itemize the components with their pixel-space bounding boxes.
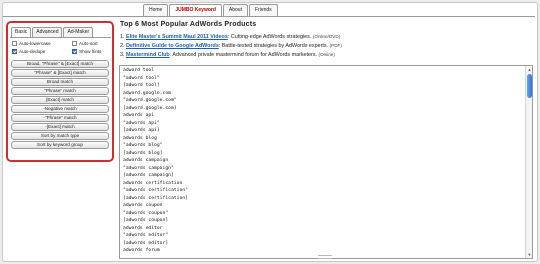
keyword-line: [adwords campaign] — [123, 173, 174, 178]
resize-handle-icon[interactable] — [318, 255, 332, 259]
keyword-line: adwords blog — [123, 135, 157, 141]
nav-divider — [3, 16, 535, 17]
tools-panel: Basic Advanced Ad-Maker Auto-lowercase A… — [6, 21, 114, 162]
panel-tab-advanced[interactable]: Advanced — [32, 27, 63, 37]
panel-tab-basic[interactable]: Basic — [11, 27, 32, 37]
keyword-line: "adword tool" — [123, 75, 160, 81]
product-link[interactable]: Definitive Guide to Google AdWords — [126, 43, 219, 49]
sort-match-type-button[interactable]: Sort by match type — [11, 132, 109, 140]
option-label: Show hints — [79, 49, 102, 54]
product-item: 3. Mastermind Club: Advanced private mas… — [120, 50, 530, 59]
product-format: (Online) — [318, 52, 335, 57]
phrase-exact-button[interactable]: "Phrase" & [Exact] match — [11, 69, 109, 77]
product-item: 2. Definitive Guide to Google AdWords: B… — [120, 41, 530, 50]
show-hints-checkbox[interactable] — [72, 49, 77, 54]
scroll-down-icon[interactable]: ▼ — [527, 252, 532, 257]
option-label: Auto-sort — [79, 41, 98, 46]
keyword-line: [adwords blog] — [123, 150, 163, 156]
option-auto-sort[interactable]: Auto-sort — [72, 41, 98, 46]
auto-dedupe-checkbox[interactable] — [12, 49, 17, 54]
tab-about[interactable]: About — [222, 4, 248, 16]
keyword-line: "adwords campaign" — [123, 165, 174, 171]
exact-match-button[interactable]: [Exact] match — [11, 96, 109, 104]
keyword-line: "adwords blog" — [123, 143, 163, 148]
product-number: 3. — [120, 52, 125, 58]
product-link[interactable]: Elite Master's Summit Maui 2011 Videos — [126, 34, 228, 40]
keyword-line: [adword.google.com] — [123, 105, 177, 111]
keyword-line: "adwords api" — [123, 120, 160, 126]
tab-friends[interactable]: Friends — [248, 4, 278, 16]
keyword-line: [adwords certification] — [123, 195, 188, 201]
negative-match-button[interactable]: -Negative match — [11, 105, 109, 113]
option-auto-lowercase[interactable]: Auto-lowercase — [12, 41, 51, 46]
broad-match-button[interactable]: Broad match — [11, 78, 109, 86]
product-format: (Online/DVD) — [312, 34, 341, 39]
keyword-line: adwords certification — [123, 180, 183, 186]
keyword-line: "adword.google.com" — [123, 98, 177, 103]
auto-lowercase-checkbox[interactable] — [12, 41, 17, 46]
match-buttons: Broad, "Phrase" & [Exact] match "Phrase"… — [11, 60, 109, 150]
keyword-line: adword.google.com — [123, 90, 171, 96]
product-format: (PDF) — [329, 43, 342, 48]
keyword-line: adwords coupon — [123, 203, 163, 208]
product-number: 2. — [120, 43, 125, 49]
option-show-hints[interactable]: Show hints — [72, 49, 101, 54]
scroll-thumb[interactable] — [527, 74, 532, 98]
panel-tab-ad-maker[interactable]: Ad-Maker — [63, 27, 94, 37]
option-auto-dedupe[interactable]: Auto-dedupe — [12, 49, 45, 54]
product-list: 1. Elite Master's Summit Maui 2011 Video… — [120, 32, 530, 59]
negative-exact-button[interactable]: -[Exact] match — [11, 123, 109, 131]
vertical-scrollbar[interactable]: ▲ ▼ — [525, 66, 532, 258]
keyword-lines: adword tool "adword tool" [adword tool] adw… — [123, 67, 188, 255]
option-label: Auto-lowercase — [19, 41, 51, 46]
keyword-line: [adword tool] — [123, 83, 160, 88]
keyword-line: [adwords coupon] — [123, 218, 169, 223]
tab-home[interactable]: Home — [143, 4, 169, 16]
product-number: 1. — [120, 34, 125, 40]
product-desc: : Cutting-edge AdWords strategies. — [227, 34, 312, 40]
panel-tab-divider — [10, 37, 111, 38]
keyword-line: "adwords coupon" — [123, 210, 169, 216]
auto-sort-checkbox[interactable] — [72, 41, 77, 46]
keyword-line: [adwords editor] — [123, 240, 169, 246]
keyword-textarea[interactable]: adword tool "adword tool" [adword tool] adw… — [119, 65, 533, 259]
keyword-line: adwords campaign — [123, 158, 169, 163]
option-label: Auto-dedupe — [19, 49, 46, 54]
keyword-line: "adwords editor" — [123, 233, 169, 238]
keyword-line: [adwords api] — [123, 128, 160, 133]
product-desc: : Advanced private mastermind forum for … — [169, 52, 318, 58]
top-nav: Home JUMBO Keyword About Friends — [143, 4, 278, 16]
product-desc: : Battle-tested strategies by AdWords ex… — [218, 43, 329, 49]
keyword-line: adwords api — [123, 113, 155, 118]
sort-keyword-group-button[interactable]: Sort by keyword group — [11, 141, 109, 149]
keyword-line: "adwords certification" — [123, 188, 188, 193]
product-item: 1. Elite Master's Summit Maui 2011 Video… — [120, 32, 530, 41]
tab-jumbo-keyword[interactable]: JUMBO Keyword — [169, 4, 222, 16]
product-link[interactable]: Mastermind Club — [126, 52, 170, 58]
keyword-line: adword tool — [123, 68, 155, 73]
broad-phrase-exact-button[interactable]: Broad, "Phrase" & [Exact] match — [11, 60, 109, 68]
products-heading: Top 6 Most Popular AdWords Products — [120, 21, 257, 28]
phrase-match-button[interactable]: "Phrase" match — [11, 87, 109, 95]
keyword-line: adwords editor — [123, 225, 163, 231]
scroll-up-icon[interactable]: ▲ — [527, 67, 532, 72]
negative-phrase-button[interactable]: -"Phrase" match — [11, 114, 109, 122]
panel-tabs: Basic Advanced Ad-Maker — [11, 27, 94, 37]
keyword-line: adwords forum — [123, 248, 160, 253]
